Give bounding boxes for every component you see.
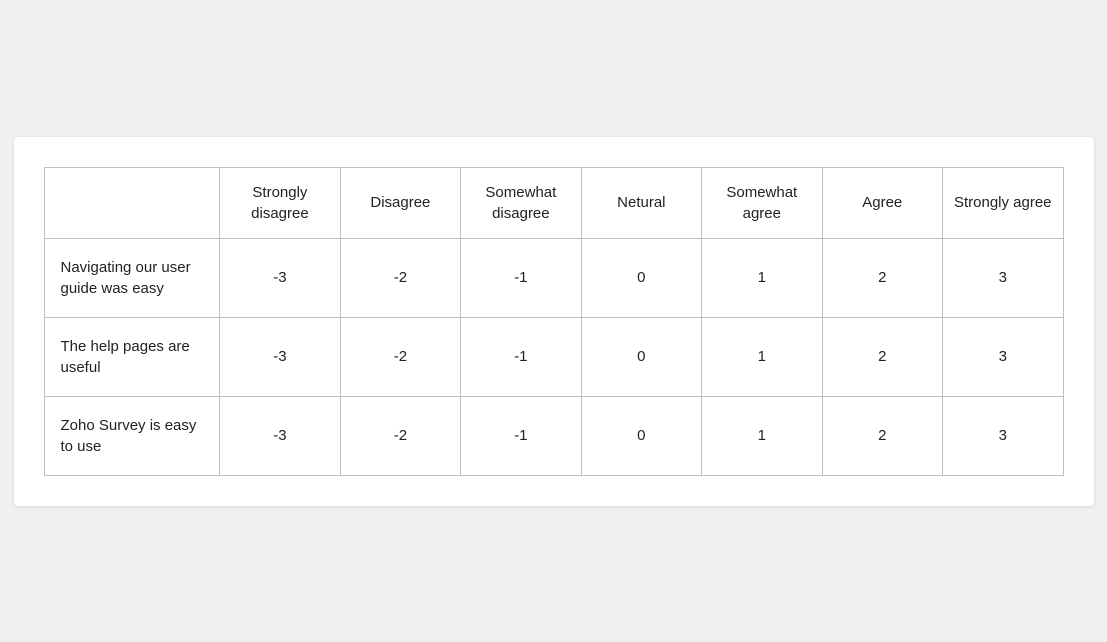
col-header-neutral: Netural	[581, 167, 701, 238]
col-header-strongly-agree: Strongly agree	[943, 167, 1064, 238]
col-header-strongly-disagree: Strongly disagree	[220, 167, 340, 238]
cell-1-4: 1	[702, 317, 822, 396]
cell-0-4: 1	[702, 238, 822, 317]
survey-table: Strongly disagree Disagree Somewhat disa…	[44, 167, 1064, 476]
cell-0-6: 3	[943, 238, 1064, 317]
cell-2-5: 2	[822, 396, 942, 475]
cell-0-0: -3	[220, 238, 340, 317]
cell-2-2: -1	[461, 396, 581, 475]
cell-0-1: -2	[340, 238, 460, 317]
cell-1-0: -3	[220, 317, 340, 396]
table-row: Zoho Survey is easy to use -3 -2 -1 0 1 …	[44, 396, 1063, 475]
cell-1-2: -1	[461, 317, 581, 396]
cell-0-2: -1	[461, 238, 581, 317]
col-header-somewhat-agree: Somewhat agree	[702, 167, 822, 238]
empty-header	[44, 167, 220, 238]
cell-0-5: 2	[822, 238, 942, 317]
cell-1-3: 0	[581, 317, 701, 396]
col-header-disagree: Disagree	[340, 167, 460, 238]
cell-2-1: -2	[340, 396, 460, 475]
cell-2-3: 0	[581, 396, 701, 475]
table-row: Navigating our user guide was easy -3 -2…	[44, 238, 1063, 317]
cell-1-1: -2	[340, 317, 460, 396]
cell-2-6: 3	[943, 396, 1064, 475]
cell-2-4: 1	[702, 396, 822, 475]
cell-2-0: -3	[220, 396, 340, 475]
row-label-1: The help pages are useful	[44, 317, 220, 396]
cell-0-3: 0	[581, 238, 701, 317]
row-label-2: Zoho Survey is easy to use	[44, 396, 220, 475]
col-header-agree: Agree	[822, 167, 942, 238]
row-label-0: Navigating our user guide was easy	[44, 238, 220, 317]
cell-1-6: 3	[943, 317, 1064, 396]
table-row: The help pages are useful -3 -2 -1 0 1 2…	[44, 317, 1063, 396]
header-row: Strongly disagree Disagree Somewhat disa…	[44, 167, 1063, 238]
col-header-somewhat-disagree: Somewhat disagree	[461, 167, 581, 238]
table-container: Strongly disagree Disagree Somewhat disa…	[14, 137, 1094, 506]
cell-1-5: 2	[822, 317, 942, 396]
